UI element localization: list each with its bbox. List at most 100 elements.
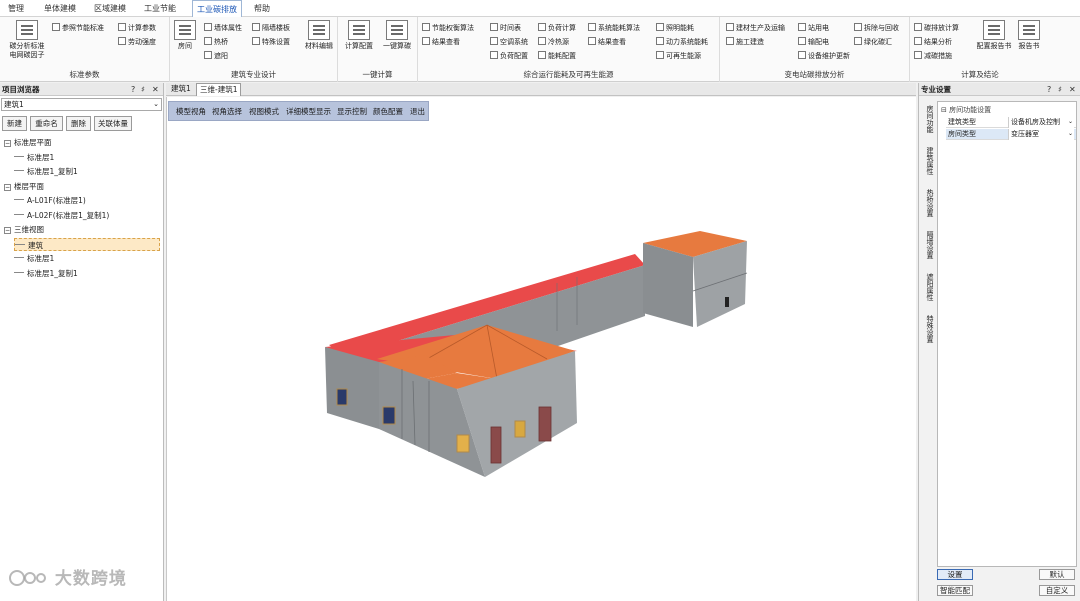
tree-item[interactable]: 标准层1_复制1	[14, 267, 160, 280]
section-header[interactable]: ⊟ 房间功能设置	[938, 105, 991, 116]
property-row-room-type[interactable]: 房间类型 变压器室 ⌄	[946, 129, 1076, 140]
renewable-button[interactable]: 可再生能源	[656, 51, 701, 62]
construction-button[interactable]: 施工建造	[726, 37, 764, 48]
tree-item[interactable]: A-L01F(标准层1)	[14, 194, 160, 207]
collapse-icon[interactable]: −	[4, 140, 11, 147]
collapse-icon: ⊟	[941, 106, 950, 114]
green-sink-button[interactable]: 绿化碳汇	[854, 37, 892, 48]
system-result-button[interactable]: 结果查看	[588, 37, 626, 48]
tree-item[interactable]: 建筑	[14, 237, 160, 251]
side-tab-thermal-bridge[interactable]: 热桥设置	[921, 189, 934, 217]
ribbon-group-substation: 建材生产及运输 施工建造 站用电 输配电 设备维护更新 拆除与回收 绿化碳汇 变…	[720, 17, 910, 82]
load-calc-button[interactable]: 负荷计算	[538, 23, 576, 34]
load-config-button[interactable]: 负荷配置	[490, 51, 528, 62]
building-3d-model[interactable]	[167, 97, 917, 601]
wall-props-button[interactable]: 墙体属性	[204, 23, 242, 34]
collapse-icon[interactable]: −	[4, 183, 11, 191]
distribution-button[interactable]: 输配电	[798, 37, 829, 48]
building-select[interactable]: 建筑1 ⌄	[1, 98, 162, 111]
tree-item[interactable]: A-L02F(标准层1_复制1)	[14, 209, 160, 222]
tab-area-model[interactable]: 区域建模	[90, 0, 130, 17]
help-icon[interactable]: ?	[131, 83, 135, 96]
help-icon[interactable]: ?	[1047, 83, 1051, 96]
link-mass-button[interactable]: 关联体量	[94, 116, 132, 131]
side-tab-shading[interactable]: 遮阳属性	[921, 273, 934, 301]
model-angle-button[interactable]: 模型视角	[176, 102, 206, 122]
side-tab-room-function[interactable]: 房间功能	[921, 105, 934, 133]
tree-folder[interactable]: − 三维视图	[4, 223, 160, 236]
partition-floor-button[interactable]: 隔墙楼板	[252, 23, 290, 34]
3d-viewport[interactable]	[166, 97, 916, 601]
energy-config-button[interactable]: 能耗配置	[538, 51, 576, 62]
ref-standard-icon	[52, 23, 60, 31]
hvac-button[interactable]: 空调系统	[490, 37, 528, 48]
carbon-calc-button[interactable]: 碳排放计算	[914, 23, 959, 34]
calc-config-button[interactable]: 计算配置	[342, 20, 376, 51]
tab-industrial-energy[interactable]: 工业节能	[140, 0, 180, 17]
result-analysis-button[interactable]: 结果分析	[914, 37, 952, 48]
system-energy-button[interactable]: 系统能耗算法	[588, 23, 640, 34]
tree-item[interactable]: 标准层1	[14, 151, 160, 164]
labor-intensity-button[interactable]: 劳动强度	[118, 37, 156, 48]
one-key-carbon-button[interactable]: 一键算碳	[380, 20, 414, 51]
tab-help[interactable]: 帮助	[250, 0, 274, 17]
tree-folder[interactable]: − 楼层平面	[4, 180, 160, 193]
collapse-icon[interactable]: −	[4, 227, 11, 234]
demolition-button[interactable]: 拆除与回收	[854, 23, 899, 34]
ref-standard-button[interactable]: 参照节能标准	[52, 23, 104, 34]
pin-icon[interactable]: ♯	[141, 83, 145, 96]
thermal-bridge-button[interactable]: 热桥	[204, 37, 228, 48]
delete-button[interactable]: 删除	[66, 116, 91, 131]
material-transport-button[interactable]: 建材生产及运输	[726, 23, 785, 34]
detail-model-button[interactable]: 详细模型显示	[286, 102, 331, 122]
tab-industrial-carbon[interactable]: 工业碳排放	[192, 0, 242, 18]
set-button[interactable]: 设置	[937, 569, 973, 580]
lighting-energy-button[interactable]: 照明能耗	[656, 23, 694, 34]
rename-button[interactable]: 重命名	[30, 116, 63, 131]
room-button[interactable]: 房间	[174, 20, 196, 51]
maintenance-button[interactable]: 设备维护更新	[798, 51, 850, 62]
view-mode-button[interactable]: 视图模式	[249, 102, 279, 122]
property-row-building-type[interactable]: 建筑类型 设备机房及控制 ⌄	[946, 117, 1076, 128]
close-icon[interactable]: ✕	[1069, 83, 1076, 96]
tab-single-model[interactable]: 单体建模	[40, 0, 80, 17]
heat-source-button[interactable]: 冷热源	[538, 37, 569, 48]
new-button[interactable]: 新建	[2, 116, 27, 131]
angle-select-button[interactable]: 视角选择	[212, 102, 242, 122]
custom-button[interactable]: 自定义	[1039, 585, 1075, 596]
recycle-icon	[854, 23, 862, 31]
smart-match-button[interactable]: 智能匹配	[937, 585, 973, 596]
side-tab-special[interactable]: 特殊设置	[921, 315, 934, 343]
power-energy-button[interactable]: 动力系统能耗	[656, 37, 708, 48]
station-power-button[interactable]: 站用电	[798, 23, 829, 34]
side-tab-building-props[interactable]: 建筑属性	[921, 147, 934, 175]
report-button[interactable]: 报告书	[1014, 20, 1044, 51]
schedule-button[interactable]: 时间表	[490, 23, 521, 34]
display-control-button[interactable]: 显示控制	[337, 102, 367, 122]
reduction-button[interactable]: 减碳措施	[914, 51, 952, 62]
tree-item[interactable]: 标准层1	[14, 252, 160, 265]
report-config-button[interactable]: 配置报告书	[974, 20, 1014, 51]
analysis-icon	[914, 37, 922, 45]
energy-tradeoff-button[interactable]: 节能权衡算法	[422, 23, 474, 34]
tab-3d-building1[interactable]: 三维-建筑1	[196, 83, 242, 96]
tree-folder[interactable]: − 标准层平面	[4, 136, 160, 149]
carbon-standard-button[interactable]: 碳分析标准 电网碳因子	[4, 20, 50, 60]
color-config-button[interactable]: 颜色配置	[373, 102, 403, 122]
tab-building1[interactable]: 建筑1	[168, 83, 194, 96]
special-settings-button[interactable]: 特殊设置	[252, 37, 290, 48]
tab-manage[interactable]: 管理	[4, 0, 28, 17]
building-type-select[interactable]: 设备机房及控制 ⌄	[1008, 117, 1074, 128]
calc-params-button[interactable]: 计算参数	[118, 23, 156, 34]
close-icon[interactable]: ✕	[152, 83, 159, 96]
default-button[interactable]: 默认	[1039, 569, 1075, 580]
exit-button[interactable]: 退出	[410, 102, 425, 122]
material-edit-button[interactable]: 材料编辑	[302, 20, 336, 51]
watermark: 大数跨境	[8, 566, 127, 592]
tree-item[interactable]: 标准层1_复制1	[14, 165, 160, 178]
room-type-select[interactable]: 变压器室 ⌄	[1008, 129, 1074, 140]
side-tab-partition[interactable]: 隔墙设置	[921, 231, 934, 259]
ops-result-button[interactable]: 结果查看	[422, 37, 460, 48]
pin-icon[interactable]: ♯	[1058, 83, 1062, 96]
shading-button[interactable]: 遮阳	[204, 51, 228, 62]
